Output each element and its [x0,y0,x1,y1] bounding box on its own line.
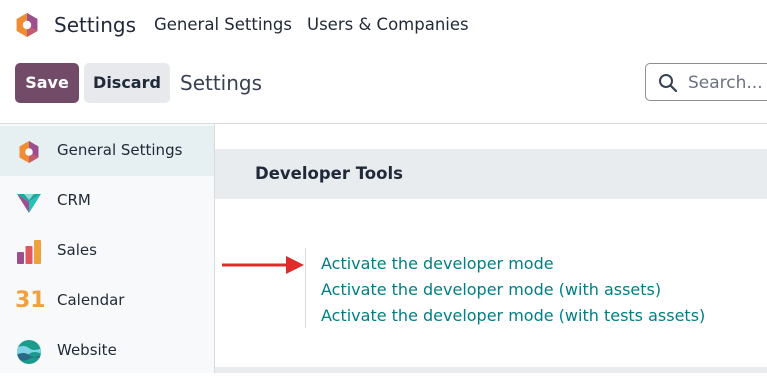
next-section-header [215,367,767,373]
section-title: Developer Tools [255,164,403,183]
settings-app-logo-icon[interactable] [14,12,40,38]
sidebar-item-sales[interactable]: Sales [0,226,214,276]
activate-developer-mode-tests-assets-link[interactable]: Activate the developer mode (with tests … [321,306,705,325]
sidebar-item-website[interactable]: Website [0,326,214,376]
developer-tools-section-header: Developer Tools [215,149,767,199]
activate-developer-mode-assets-link[interactable]: Activate the developer mode (with assets… [321,280,661,299]
sales-chart-icon [17,240,41,264]
website-globe-icon [17,340,41,364]
settings-hexagon-icon [19,141,39,163]
top-navbar: Settings General Settings Users & Compan… [0,0,767,50]
sidebar-item-label: General Settings [57,141,183,159]
annotation-arrow-icon [222,256,304,274]
app-title[interactable]: Settings [54,13,136,37]
search-icon [659,74,678,93]
search-box[interactable] [645,63,767,101]
menu-users-companies[interactable]: Users & Companies [307,15,469,34]
sidebar-item-label: CRM [57,191,91,209]
crm-icon [17,194,41,213]
sidebar-item-label: Sales [57,241,97,259]
discard-button[interactable]: Discard [84,63,170,103]
calendar-31-icon: 31 [15,288,46,313]
sidebar-item-crm[interactable]: CRM [0,176,214,226]
settings-sidebar: General Settings CRM Sales 31 Calendar W… [0,124,215,373]
sidebar-item-label: Website [57,341,117,359]
save-button[interactable]: Save [15,63,79,103]
menu-general-settings[interactable]: General Settings [154,15,292,34]
search-input[interactable] [686,72,767,94]
breadcrumb: Settings [180,71,263,95]
links-divider [305,248,306,328]
activate-developer-mode-link[interactable]: Activate the developer mode [321,254,554,273]
sidebar-item-general-settings[interactable]: General Settings [0,126,214,176]
sidebar-item-calendar[interactable]: 31 Calendar [0,276,214,326]
sidebar-item-label: Calendar [57,291,125,309]
